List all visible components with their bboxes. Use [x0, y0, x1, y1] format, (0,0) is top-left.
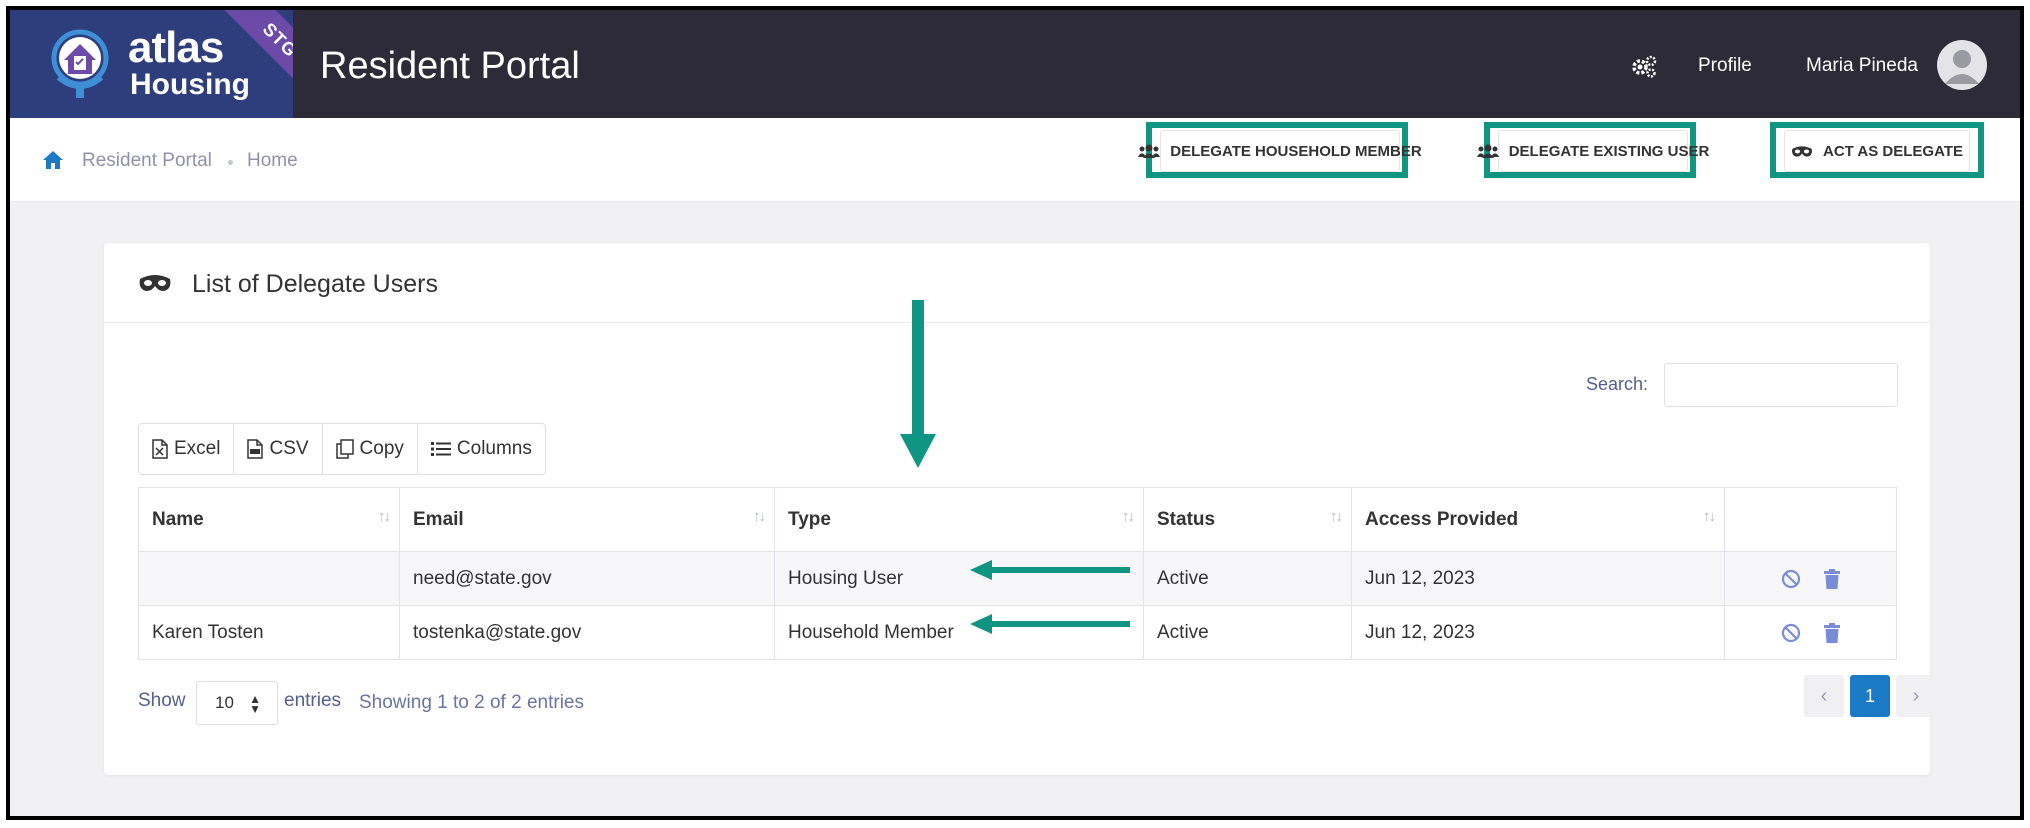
act-as-delegate-label: ACT AS DELEGATE: [1822, 142, 1963, 160]
excel-button[interactable]: Excel: [139, 424, 235, 474]
excel-file-icon: [152, 439, 168, 459]
card-title: List of Delegate Users: [192, 270, 438, 298]
profile-link[interactable]: Profile: [1698, 54, 1752, 78]
atlas-housing-logo[interactable]: atlas Housing STG: [10, 10, 293, 118]
cell-name: [138, 551, 400, 606]
columns-label: Columns: [456, 438, 532, 459]
table-info: Showing 1 to 2 of 2 entries: [359, 692, 584, 713]
revoke-icon[interactable]: [1781, 623, 1801, 643]
cell-status: Active: [1143, 551, 1352, 606]
mask-icon: [139, 275, 171, 291]
column-header-actions: [1724, 487, 1897, 552]
column-label: Access Provided: [1365, 508, 1519, 530]
column-header-email[interactable]: Email ↑↓: [399, 487, 775, 552]
copy-icon: [335, 439, 354, 459]
mask-icon: [1792, 145, 1812, 157]
trash-icon[interactable]: [1823, 622, 1841, 643]
copy-button[interactable]: Copy: [322, 424, 418, 474]
house-globe-icon: [51, 29, 109, 98]
arrow-left-annotation: [970, 560, 1130, 580]
excel-label: Excel: [174, 438, 221, 459]
logo-wordmark-atlas: atlas: [128, 23, 224, 72]
table-header-row: Name ↑↓ Email ↑↓ Type ↑↓ Status ↑↓ Access Pr…: [138, 487, 1897, 552]
act-as-delegate-button[interactable]: ACT AS DELEGATE: [1784, 130, 1970, 172]
top-navbar: atlas Housing STG Resident Portal Profil…: [10, 10, 2020, 118]
cell-status: Active: [1143, 605, 1352, 660]
cell-access-provided: Jun 12, 2023: [1351, 605, 1725, 660]
show-label: Show: [138, 690, 186, 711]
pagination-next[interactable]: ›: [1896, 675, 1936, 717]
home-icon[interactable]: [42, 150, 64, 170]
sort-caret-icon: ▲ ▼: [249, 692, 261, 716]
cell-access-provided: Jun 12, 2023: [1351, 551, 1725, 606]
delegate-household-member-button[interactable]: DELEGATE HOUSEHOLD MEMBER: [1138, 130, 1422, 172]
cell-actions: [1724, 551, 1897, 606]
delegate-existing-user-button[interactable]: DELEGATE EXISTING USER: [1476, 130, 1709, 172]
card-header: List of Delegate Users: [104, 243, 1930, 323]
cell-email: tostenka@state.gov: [399, 605, 775, 660]
delegate-existing-user-label: DELEGATE EXISTING USER: [1508, 142, 1710, 160]
column-header-name[interactable]: Name ↑↓: [138, 487, 400, 552]
app-title: Resident Portal: [320, 45, 580, 87]
cell-email: need@state.gov: [399, 551, 775, 606]
search-input[interactable]: [1664, 363, 1898, 407]
search-label: Search:: [1586, 374, 1649, 394]
avatar[interactable]: [1937, 40, 1987, 90]
list-icon: [430, 442, 451, 456]
user-silhouette-icon: [1945, 50, 1979, 84]
column-label: Email: [413, 508, 464, 530]
subheader: Resident Portal Home DELEGATE HOUSEHOLD …: [10, 118, 2020, 202]
sort-icon: ↑↓: [1122, 508, 1135, 525]
export-button-group: Excel CSV Copy Columns: [138, 423, 546, 475]
arrow-left-annotation: [970, 614, 1130, 634]
column-label: Type: [788, 508, 831, 530]
sort-icon: ↑↓: [1703, 508, 1716, 525]
entries-label: entries: [284, 690, 342, 711]
csv-label: CSV: [269, 438, 309, 459]
delegate-users-card: List of Delegate Users Search: Excel CSV: [104, 243, 1936, 775]
column-header-type[interactable]: Type ↑↓: [774, 487, 1144, 552]
cell-actions: [1724, 605, 1897, 660]
delegate-household-member-label: DELEGATE HOUSEHOLD MEMBER: [1170, 142, 1422, 160]
gears-icon[interactable]: [1630, 54, 1658, 78]
breadcrumb-separator: [228, 160, 233, 165]
page-length-value: 10: [215, 693, 234, 712]
user-name[interactable]: Maria Pineda: [1806, 54, 1918, 78]
arrow-down-annotation: [900, 300, 936, 468]
columns-button[interactable]: Columns: [417, 424, 545, 474]
csv-button[interactable]: CSV: [234, 424, 323, 474]
sort-icon: ↑↓: [378, 508, 391, 525]
copy-label: Copy: [359, 438, 404, 459]
pagination-page-1[interactable]: 1: [1850, 675, 1890, 717]
revoke-icon[interactable]: [1781, 569, 1801, 589]
app-window: atlas Housing STG Resident Portal Profil…: [6, 6, 2024, 820]
sort-icon: ↑↓: [753, 508, 766, 525]
column-label: Status: [1157, 508, 1216, 530]
pagination-previous[interactable]: ‹: [1804, 675, 1844, 717]
breadcrumb-resident-portal[interactable]: Resident Portal: [82, 150, 212, 172]
column-label: Name: [152, 508, 204, 530]
sort-icon: ↑↓: [1330, 508, 1343, 525]
trash-icon[interactable]: [1823, 568, 1841, 589]
cell-name: Karen Tosten: [138, 605, 400, 660]
csv-file-icon: [247, 439, 264, 459]
column-header-access-provided[interactable]: Access Provided ↑↓: [1351, 487, 1725, 552]
logo-wordmark-housing: Housing: [130, 68, 250, 101]
users-icon: [1476, 144, 1499, 158]
column-header-status[interactable]: Status ↑↓: [1143, 487, 1352, 552]
breadcrumb-home: Home: [247, 150, 298, 171]
page-length-select[interactable]: 10 ▲ ▼: [196, 681, 278, 725]
users-icon: [1138, 144, 1161, 158]
